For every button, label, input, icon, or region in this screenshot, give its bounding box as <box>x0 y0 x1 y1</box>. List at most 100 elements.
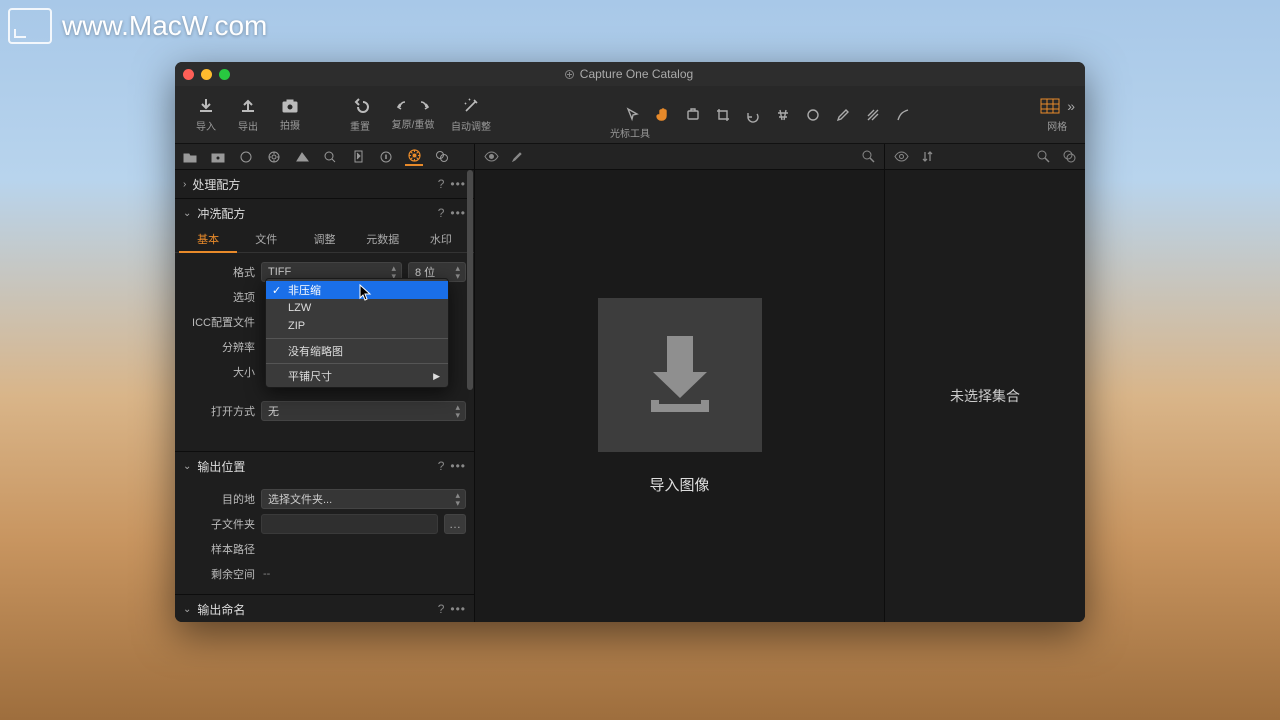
search-icon[interactable] <box>1035 149 1051 165</box>
option-no-thumbnail[interactable]: 没有缩略图 <box>266 342 448 360</box>
updown-icon: ▴▾ <box>455 264 460 280</box>
process-recipe-header[interactable]: › 处理配方 ? ••• <box>175 170 474 198</box>
zoom-button[interactable] <box>219 69 230 80</box>
sort-icon[interactable] <box>919 149 935 165</box>
undo-arrow-icon <box>396 99 410 113</box>
library-tab-icon[interactable] <box>181 148 199 166</box>
details-tab-icon[interactable] <box>321 148 339 166</box>
keystone-tool[interactable] <box>768 103 798 127</box>
output-tab-icon[interactable] <box>405 148 423 166</box>
grid-view-button[interactable]: » 网格 <box>1039 97 1075 133</box>
batch-tab-icon[interactable] <box>433 148 451 166</box>
subfolder-input[interactable] <box>261 514 438 534</box>
adjustments-tab-icon[interactable] <box>349 148 367 166</box>
export-button[interactable]: 导出 <box>227 89 269 141</box>
output-naming-header[interactable]: ⌄ 输出命名 ? ••• <box>175 595 474 622</box>
option-tile-size[interactable]: 平铺尺寸 <box>266 367 448 385</box>
panel-scrollbar[interactable] <box>466 170 474 622</box>
undo-redo-button[interactable]: 复原/重做 <box>381 89 445 141</box>
option-uncompressed[interactable]: ✓非压缩 <box>266 281 448 299</box>
eye-icon[interactable] <box>893 149 909 165</box>
size-label: 大小 <box>183 364 255 380</box>
window-controls <box>183 69 230 80</box>
freespace-value: -- <box>261 568 270 580</box>
destination-select[interactable]: 选择文件夹...▴▾ <box>261 489 466 509</box>
search-icon[interactable] <box>860 149 876 165</box>
more-button[interactable]: ••• <box>450 459 466 473</box>
main-toolbar: 导入 导出 拍摄 重置 复原/重做 自动调整 <box>175 86 1085 144</box>
tab-watermark[interactable]: 水印 <box>412 227 470 252</box>
export-icon <box>239 97 257 115</box>
updown-icon: ▴▾ <box>455 491 460 507</box>
help-button[interactable]: ? <box>438 459 445 473</box>
rotate-tool[interactable] <box>738 103 768 127</box>
output-location-header[interactable]: ⌄ 输出位置 ? ••• <box>175 452 474 480</box>
brush-tool[interactable] <box>828 103 858 127</box>
eye-icon[interactable] <box>483 149 499 165</box>
hand-tool[interactable] <box>648 103 678 127</box>
option-zip[interactable]: ZIP <box>266 317 448 335</box>
tab-metadata[interactable]: 元数据 <box>354 227 412 252</box>
reset-button[interactable]: 重置 <box>339 89 381 141</box>
pointer-tool[interactable] <box>618 103 648 127</box>
redo-arrow-icon <box>416 99 430 113</box>
spot-tool[interactable] <box>798 103 828 127</box>
menu-separator <box>266 363 448 364</box>
lens-tab-icon[interactable] <box>237 148 255 166</box>
chevron-down-icon: ⌄ <box>183 604 191 615</box>
help-button[interactable]: ? <box>438 177 445 191</box>
chevron-right-icon: › <box>183 179 186 190</box>
radial-tool[interactable] <box>888 103 918 127</box>
gradient-tool[interactable] <box>858 103 888 127</box>
import-icon <box>197 97 215 115</box>
help-button[interactable]: ? <box>438 206 445 220</box>
color-tab-icon[interactable] <box>265 148 283 166</box>
monitor-icon <box>8 8 52 44</box>
chevron-right-icon[interactable]: » <box>1067 98 1075 114</box>
subfolder-browse-button[interactable]: … <box>444 514 466 534</box>
chevron-down-icon: ⌄ <box>183 208 191 219</box>
more-button[interactable]: ••• <box>450 177 466 191</box>
options-dropdown: ✓非压缩 LZW ZIP 没有缩略图 平铺尺寸 <box>265 278 449 388</box>
exposure-tab-icon[interactable] <box>293 148 311 166</box>
filter-icon[interactable] <box>1061 149 1077 165</box>
option-lzw[interactable]: LZW <box>266 299 448 317</box>
more-button[interactable]: ••• <box>450 602 466 616</box>
import-drop-tile[interactable] <box>598 298 762 452</box>
format-label: 格式 <box>183 264 255 280</box>
tool-tabs <box>175 144 474 170</box>
output-location-section: ⌄ 输出位置 ? ••• 目的地 选择文件夹...▴▾ 子文件夹 <box>175 452 474 595</box>
check-icon: ✓ <box>272 284 281 297</box>
minimize-button[interactable] <box>201 69 212 80</box>
wand-icon <box>462 97 480 115</box>
tab-file[interactable]: 文件 <box>237 227 295 252</box>
output-naming-section: ⌄ 输出命名 ? ••• <box>175 595 474 622</box>
develop-recipe-header[interactable]: ⌄ 冲洗配方 ? ••• <box>175 199 474 227</box>
openwith-label: 打开方式 <box>183 403 255 419</box>
metadata-tab-icon[interactable] <box>377 148 395 166</box>
help-button[interactable]: ? <box>438 602 445 616</box>
close-button[interactable] <box>183 69 194 80</box>
crop-tool[interactable] <box>708 103 738 127</box>
cursor-tools <box>497 103 1039 127</box>
tab-adjust[interactable]: 调整 <box>295 227 353 252</box>
subfolder-label: 子文件夹 <box>183 516 255 532</box>
import-button[interactable]: 导入 <box>185 89 227 141</box>
titlebar: Capture One Catalog <box>175 62 1085 86</box>
watermark: www.MacW.com <box>8 8 267 44</box>
undo-icon <box>351 97 369 115</box>
tab-basic[interactable]: 基本 <box>179 227 237 253</box>
openwith-select[interactable]: 无▴▾ <box>261 401 466 421</box>
import-label: 导入图像 <box>649 474 709 495</box>
browser-pane: 未选择集合 <box>885 144 1085 622</box>
brush-icon[interactable] <box>509 149 525 165</box>
camera-icon <box>281 98 299 114</box>
capture-tab-icon[interactable] <box>209 148 227 166</box>
no-collection-label: 未选择集合 <box>950 386 1020 406</box>
auto-adjust-button[interactable]: 自动调整 <box>445 89 497 141</box>
more-button[interactable]: ••• <box>450 206 466 220</box>
samplepath-label: 样本路径 <box>183 541 255 557</box>
loupe-tool[interactable] <box>678 103 708 127</box>
capture-button[interactable]: 拍摄 <box>269 89 311 141</box>
resolution-label: 分辨率 <box>183 339 255 355</box>
